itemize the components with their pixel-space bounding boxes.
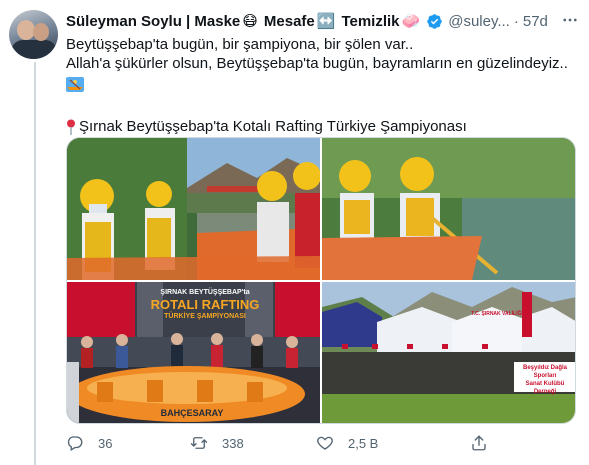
photo-2[interactable] <box>322 138 575 280</box>
photo-4-sign: Beşyıldız Dağla Sporları Sanat Kulübü De… <box>522 365 567 395</box>
photo-3-banner: ŞIRNAK BEYTÜŞŞEBAP'ta ROTALI RAFTING TÜR… <box>150 289 260 320</box>
photo-2-image <box>322 138 575 280</box>
photo-1-image <box>67 138 320 280</box>
arrows-emoji-icon: ↔️ <box>316 13 336 30</box>
photo-grid: ŞIRNAK BEYTÜŞŞEBAP'ta ROTALI RAFTING TÜR… <box>66 137 576 424</box>
tweet-line-1: Beytüşşebap'ta bugün, bir şampiyona, bir… <box>66 36 414 53</box>
photo-4[interactable]: T.C. ŞIRNAK VALİLİĞİ Beşyıldız Dağla Spo… <box>322 282 575 423</box>
heart-icon <box>317 436 333 450</box>
tweet-header: Süleyman Soylu | Maske 😷 Mesafe ↔️ Temiz… <box>66 11 579 31</box>
reply-count: 36 <box>98 435 113 451</box>
mask-emoji-icon: 😷 <box>242 13 258 30</box>
soap-emoji-icon: 🧼 <box>401 13 421 30</box>
like-button[interactable]: 2,5 B <box>316 434 378 452</box>
share-button[interactable] <box>470 434 502 452</box>
avatar[interactable] <box>9 10 58 59</box>
thread-line <box>34 62 36 465</box>
author-handle[interactable]: @suley... <box>448 13 510 30</box>
tweet[interactable]: Süleyman Soylu | Maske 😷 Mesafe ↔️ Temiz… <box>0 0 589 465</box>
more-icon[interactable] <box>561 11 579 31</box>
author-name[interactable]: Süleyman Soylu | Maske 😷 Mesafe ↔️ Temiz… <box>66 12 422 31</box>
photo-4-image <box>322 282 575 423</box>
tweet-actions: 36 338 2,5 B <box>66 432 536 454</box>
retweet-count: 338 <box>222 435 244 451</box>
verified-badge-icon <box>427 13 442 29</box>
tweet-time[interactable]: 57d <box>523 13 548 30</box>
like-count: 2,5 B <box>348 435 379 451</box>
retweet-button[interactable]: 338 <box>190 434 244 452</box>
rowing-boat-emoji-icon <box>66 77 84 92</box>
tweet-line-2: Allah'a şükürler olsun, Beytüşşebap'ta b… <box>66 55 568 72</box>
share-icon <box>472 435 486 451</box>
photo-3-boat-text: BAHÇESARAY <box>160 408 224 418</box>
separator-dot: · <box>513 12 519 30</box>
location-line: Şırnak Beytüşşebap'ta Kotalı Rafting Tür… <box>66 117 576 136</box>
pushpin-emoji-icon <box>67 119 75 135</box>
tweet-text: Beytüşşebap'ta bugün, bir şampiyona, bir… <box>66 35 576 136</box>
reply-icon <box>67 436 83 451</box>
photo-4-tent-text: T.C. ŞIRNAK VALİLİĞİ <box>471 311 523 317</box>
reply-button[interactable]: 36 <box>66 434 112 452</box>
photo-3[interactable]: ŞIRNAK BEYTÜŞŞEBAP'ta ROTALI RAFTING TÜR… <box>67 282 320 423</box>
photo-1[interactable] <box>67 138 320 280</box>
retweet-icon <box>190 437 208 449</box>
location-text: Şırnak Beytüşşebap'ta Kotalı Rafting Tür… <box>79 118 467 135</box>
